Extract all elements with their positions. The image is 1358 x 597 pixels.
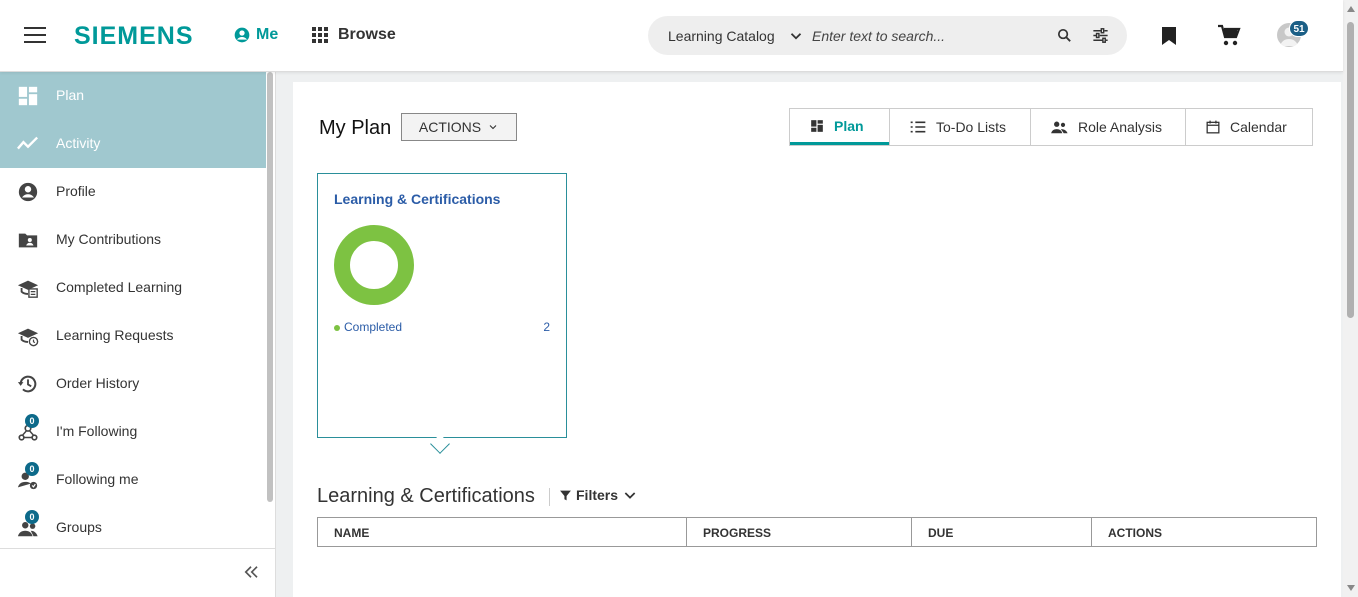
sidebar-scrollbar-thumb[interactable] — [267, 72, 273, 502]
page-title: My Plan — [319, 117, 392, 139]
tab-label: Role Analysis — [1078, 119, 1163, 135]
sidebar-badge: 0 — [25, 414, 39, 428]
sidebar-item-groups[interactable]: 0 Groups — [0, 504, 266, 552]
column-header-name[interactable]: NAME — [318, 518, 686, 546]
sidebar-item-my-contributions[interactable]: My Contributions — [0, 216, 266, 264]
scrollbar-thumb[interactable] — [1347, 22, 1354, 318]
donut-legend: Completed 2 — [334, 320, 550, 334]
tune-sliders-icon[interactable] — [1091, 26, 1110, 45]
sidebar-item-following-me[interactable]: 0 Following me — [0, 456, 266, 504]
search-icon[interactable] — [1056, 27, 1073, 44]
me-label: Me — [256, 26, 279, 43]
dashboard-icon — [18, 86, 38, 106]
sidebar-scrollbar[interactable] — [266, 72, 274, 502]
tab-label: To-Do Lists — [936, 119, 1007, 135]
sidebar-item-label: Activity — [56, 135, 101, 151]
section-divider — [549, 488, 550, 506]
donut-segment-completed — [334, 225, 414, 305]
tab-plan[interactable]: Plan — [790, 109, 889, 145]
view-tabs: Plan To-Do Lists Role Analysis Calendar — [789, 108, 1313, 146]
sidebar-item-plan[interactable]: Plan — [0, 72, 266, 120]
account-circle-icon — [18, 182, 38, 202]
sidebar-item-label: I'm Following — [56, 423, 138, 439]
sidebar-item-label: Profile — [56, 183, 96, 199]
sidebar-item-activity[interactable]: Activity — [0, 120, 266, 168]
sidebar-item-completed-learning[interactable]: Completed Learning — [0, 264, 266, 312]
tab-to-do-lists[interactable]: To-Do Lists — [889, 109, 1030, 145]
menu-icon[interactable] — [24, 27, 46, 43]
sidebar: Plan Activity Profile My Contributions C… — [0, 72, 276, 597]
collapse-sidebar-icon[interactable] — [242, 563, 260, 581]
column-header-due[interactable]: DUE — [911, 518, 1091, 546]
scroll-down-arrow-icon[interactable] — [1347, 585, 1355, 591]
sidebar-item-label: Plan — [56, 87, 85, 103]
table-header: NAME PROGRESS DUE ACTIONS — [317, 517, 1317, 547]
catalog-label: Learning Catalog — [668, 28, 775, 44]
sidebar-item-label: My Contributions — [56, 231, 162, 247]
actions-label: ACTIONS — [418, 119, 482, 135]
folder-person-icon — [18, 233, 38, 248]
shopping-cart-icon[interactable] — [1217, 24, 1241, 48]
apps-grid-icon — [312, 27, 328, 43]
dashboard-icon — [811, 119, 823, 132]
calendar-icon — [1206, 120, 1220, 134]
tab-label: Calendar — [1230, 119, 1287, 135]
filters-label: Filters — [576, 487, 619, 503]
top-header: SIEMENS Me Browse Learning Catalog 51 — [0, 0, 1343, 72]
sidebar-item-label: Completed Learning — [56, 279, 183, 295]
people-icon — [1051, 121, 1068, 134]
sidebar-footer — [0, 548, 275, 597]
search-input[interactable] — [812, 23, 1042, 48]
legend-dot — [334, 324, 340, 331]
chevron-down-icon — [489, 125, 497, 130]
trending-icon — [17, 136, 39, 150]
sidebar-item-label: Learning Requests — [56, 327, 174, 343]
card-title: Learning & Certifications — [334, 191, 501, 207]
tab-calendar[interactable]: Calendar — [1185, 109, 1312, 145]
sidebar-item-im-following[interactable]: 0 I'm Following — [0, 408, 266, 456]
tab-role-analysis[interactable]: Role Analysis — [1030, 109, 1185, 145]
chevron-down-icon — [790, 33, 801, 40]
notification-badge[interactable]: 51 — [1289, 20, 1309, 37]
sidebar-item-label: Order History — [56, 375, 140, 391]
history-icon — [17, 375, 37, 393]
sidebar-badge: 0 — [25, 510, 39, 524]
siemens-logo[interactable]: SIEMENS — [74, 22, 194, 51]
main-content: My Plan ACTIONS Plan To-Do Lists Role An… — [293, 82, 1341, 597]
account-circle-icon — [234, 27, 250, 43]
bookmark-icon[interactable] — [1160, 26, 1178, 46]
sidebar-badge: 0 — [25, 462, 39, 476]
me-link[interactable]: Me — [234, 26, 278, 44]
sidebar-item-label: Groups — [56, 519, 102, 535]
column-header-progress[interactable]: PROGRESS — [686, 518, 911, 546]
browse-label: Browse — [338, 26, 396, 43]
sidebar-item-learning-requests[interactable]: Learning Requests — [0, 312, 266, 360]
list-icon — [910, 121, 926, 133]
search-bar: Learning Catalog — [648, 16, 1127, 55]
tab-label: Plan — [834, 117, 864, 134]
sidebar-item-order-history[interactable]: Order History — [0, 360, 266, 408]
filter-funnel-icon — [560, 490, 571, 500]
scroll-up-arrow-icon[interactable] — [1347, 6, 1355, 12]
page-scrollbar[interactable] — [1343, 0, 1358, 597]
filters-button[interactable]: Filters — [559, 487, 638, 503]
column-header-actions[interactable]: ACTIONS — [1091, 518, 1316, 546]
graduation-clock-icon — [17, 328, 39, 347]
chevron-down-icon — [624, 492, 636, 499]
sidebar-item-profile[interactable]: Profile — [0, 168, 266, 216]
sidebar-item-label: Following me — [56, 471, 139, 487]
learning-certifications-card[interactable]: Learning & Certifications Completed 2 — [317, 173, 567, 438]
legend-count: 2 — [543, 320, 550, 334]
browse-link[interactable]: Browse — [312, 26, 396, 44]
section-title: Learning & Certifications — [317, 485, 535, 507]
catalog-dropdown[interactable]: Learning Catalog — [668, 27, 805, 45]
completion-donut-chart — [334, 225, 414, 305]
actions-button[interactable]: ACTIONS — [401, 113, 517, 141]
legend-label: Completed — [344, 320, 403, 334]
graduation-cap-icon — [17, 280, 39, 298]
